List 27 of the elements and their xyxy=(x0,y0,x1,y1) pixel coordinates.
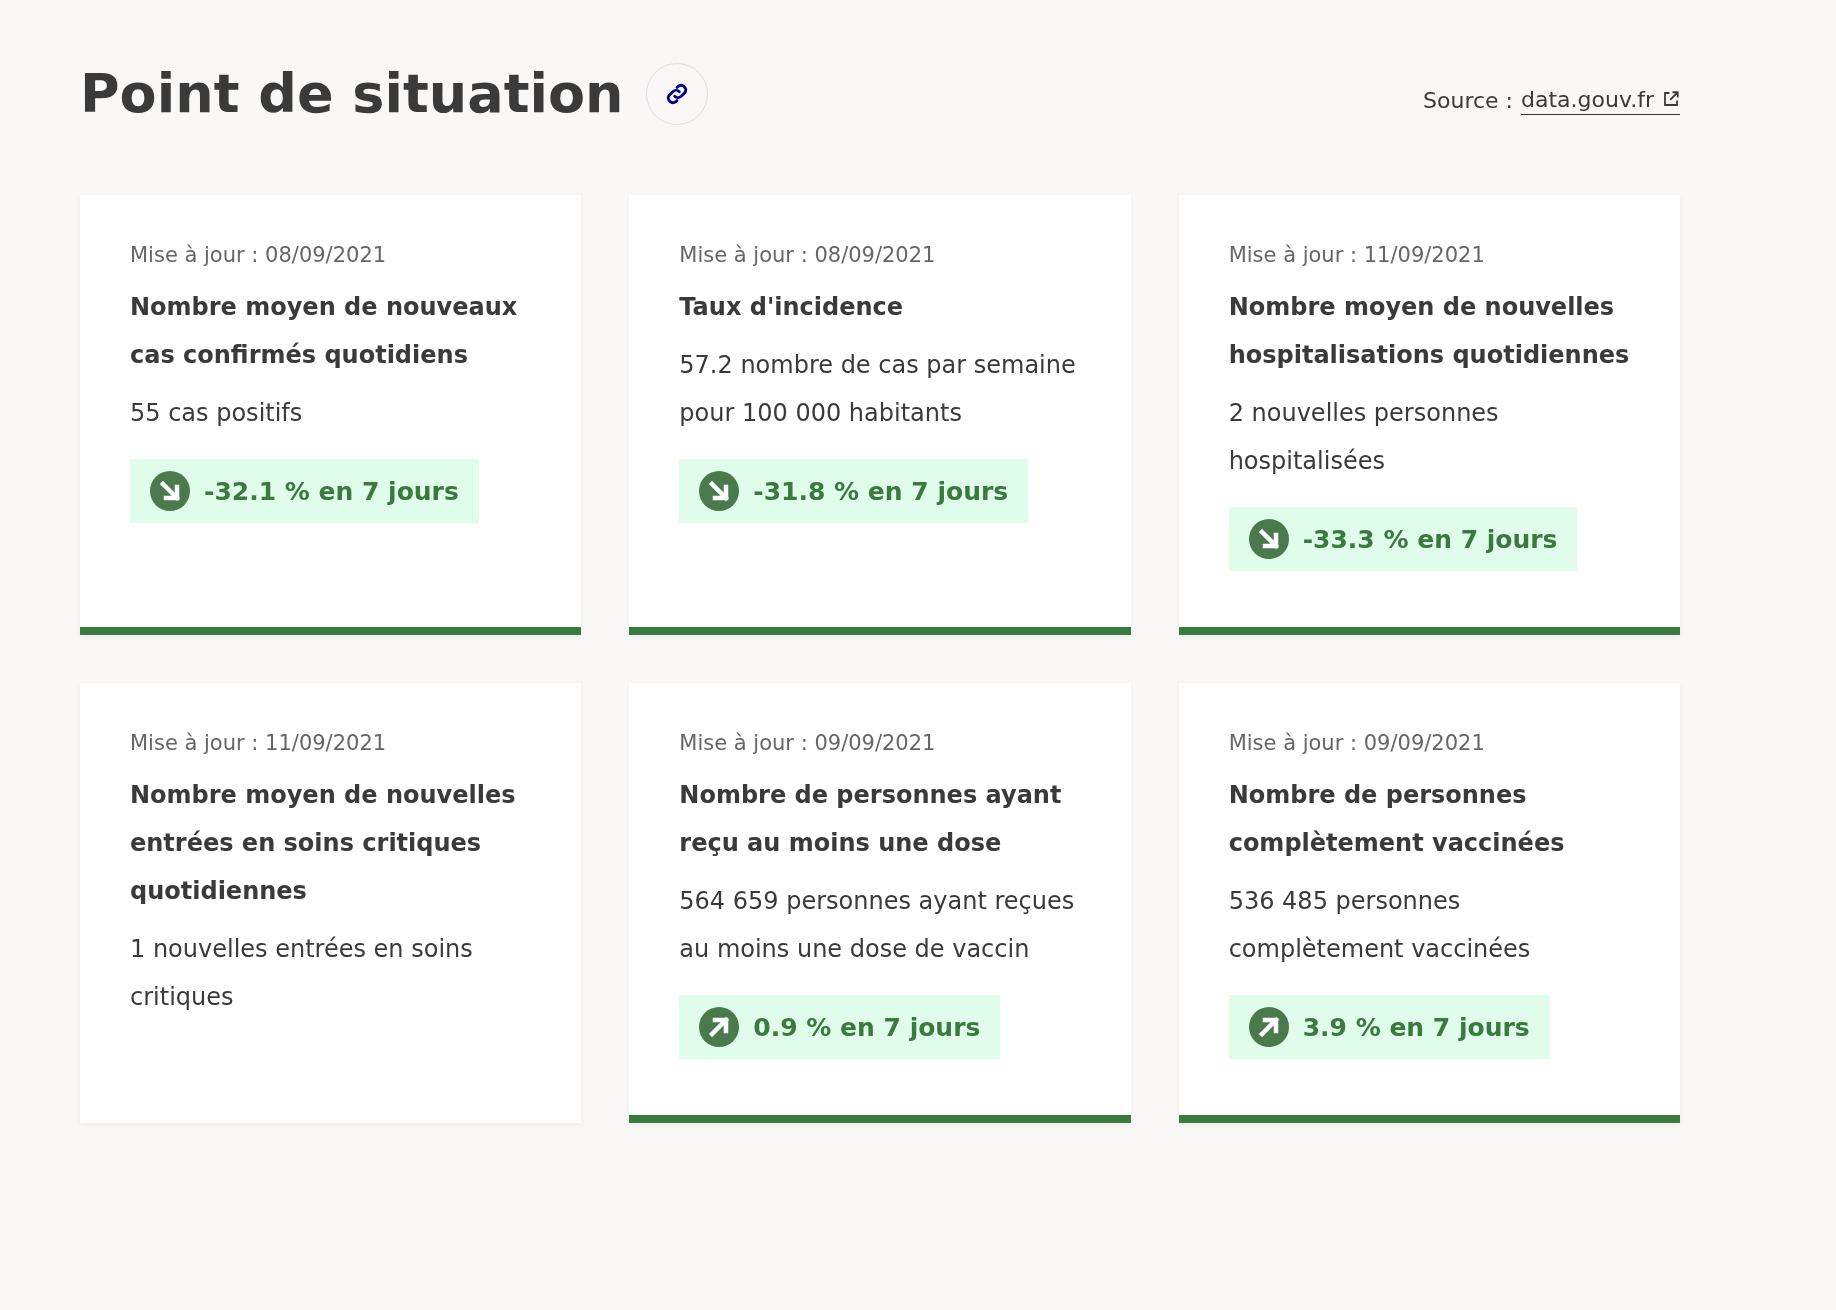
card-title: Nombre de personnes complètement vaccinées xyxy=(1228,780,1566,859)
update-date: Mise à jour : 11/09/2021 xyxy=(130,730,387,757)
trend-label: -31.8 % en 7 jours xyxy=(753,476,1009,506)
source-link[interactable]: data.gouv.fr xyxy=(1521,86,1680,115)
card-value: 536 485 personnes complètement vaccinées xyxy=(1228,886,1532,965)
trend-label: 0.9 % en 7 jours xyxy=(753,1012,981,1042)
update-date: Mise à jour : 08/09/2021 xyxy=(130,242,387,269)
external-link-icon xyxy=(1662,90,1680,108)
page-title: Point de situation xyxy=(80,62,624,125)
card-value: 55 cas positifs xyxy=(130,398,303,429)
trend-label: -32.1 % en 7 jours xyxy=(204,476,459,506)
trend-label: -33.3 % en 7 jours xyxy=(1302,524,1558,554)
card-value: 2 nouvelles personnes hospitalisées xyxy=(1228,398,1500,477)
card-title: Nombre moyen de nouvelles hospitalisations quotidiennes xyxy=(1228,292,1630,371)
update-date: Mise à jour : 09/09/2021 xyxy=(679,730,936,757)
card-value: 564 659 personnes ayant reçues au moins une dose de vaccin xyxy=(679,886,1076,965)
update-date: Mise à jour : 08/09/2021 xyxy=(679,242,936,269)
card-title: Taux d'incidence xyxy=(679,292,904,323)
card-value: 1 nouvelles entrées en soins critiques xyxy=(130,934,474,1013)
source-label: Source : xyxy=(1423,88,1513,113)
card-title: Nombre de personnes ayant reçu au moins une dose xyxy=(679,780,1063,859)
card-title: Nombre moyen de nouveaux cas confirmés quotidiens xyxy=(130,292,519,371)
card-title: Nombre moyen de nouvelles entrées en soins critiques quotidiennes xyxy=(130,780,517,907)
update-date: Mise à jour : 11/09/2021 xyxy=(1228,242,1485,269)
trend-label: 3.9 % en 7 jours xyxy=(1302,1012,1530,1042)
card-value: 57.2 nombre de cas par semaine pour 100 000 habitants xyxy=(679,350,1077,429)
update-date: Mise à jour : 09/09/2021 xyxy=(1228,730,1485,757)
